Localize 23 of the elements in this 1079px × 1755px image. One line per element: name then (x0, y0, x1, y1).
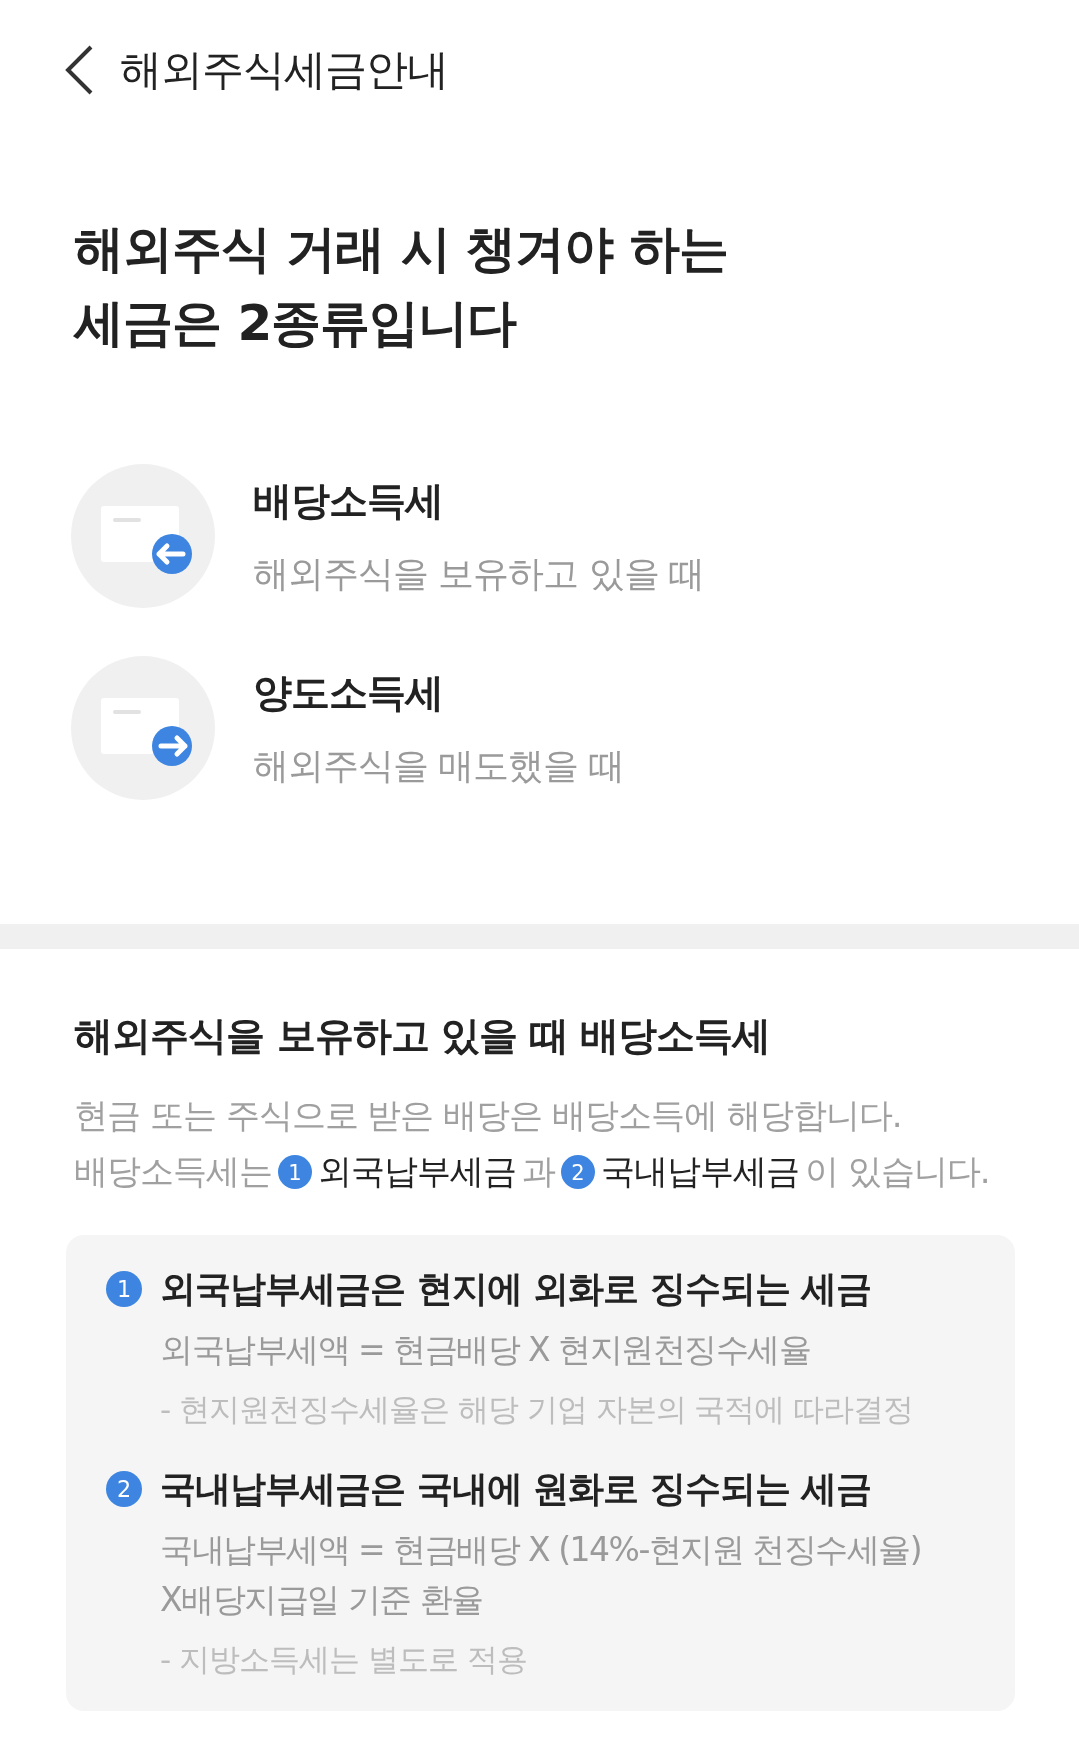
intro-text: 과 (522, 1150, 555, 1193)
tax-name: 양도소득세 (253, 668, 444, 717)
note-text: - 지방소득세는 별도로 적용 (160, 1640, 528, 1679)
intro-text: 현금 또는 주식으로 받은 배당은 배당소득에 해당합니다. (74, 1094, 902, 1137)
tax-description: 해외주식을 보유하고 있을 때 (253, 551, 705, 596)
headline: 해외주식 거래 시 챙겨야 하는 세금은 2종류입니다 (74, 219, 729, 354)
term-text: 국내납부세금 (601, 1150, 799, 1193)
formula-text: 국내납부세액 = 현금배당 X (14%-현지원 천징수세율) X배당지급일 기준 환율 (160, 1529, 922, 1621)
formula-text: 외국납부세액 = 현금배당 X 현지원천징수세율 (160, 1329, 812, 1371)
item-heading: 외국납부세금은 현지에 외화로 징수되는 세금 (160, 1267, 873, 1311)
number-badge: 2 (561, 1155, 595, 1189)
note-text: - 현지원천징수세율은 해당 기업 자본의 국적에 따라결정 (160, 1390, 914, 1429)
section-title: 해외주식을 보유하고 있을 때 배당소득세 (74, 1012, 772, 1060)
term-text: 외국납부세금 (318, 1150, 516, 1193)
tax-name: 배당소득세 (253, 476, 444, 525)
item-heading: 국내납부세금은 국내에 원화로 징수되는 세금 (160, 1467, 873, 1511)
tax-description: 해외주식을 매도했을 때 (253, 743, 624, 788)
intro-text: 이 있습니다. (805, 1150, 990, 1193)
number-badge: 1 (278, 1155, 312, 1189)
intro-text: 배당소득세는 (74, 1150, 272, 1193)
number-badge: 2 (106, 1471, 142, 1507)
number-badge: 1 (106, 1271, 142, 1307)
page-title: 해외주식세금안내 (120, 44, 448, 96)
